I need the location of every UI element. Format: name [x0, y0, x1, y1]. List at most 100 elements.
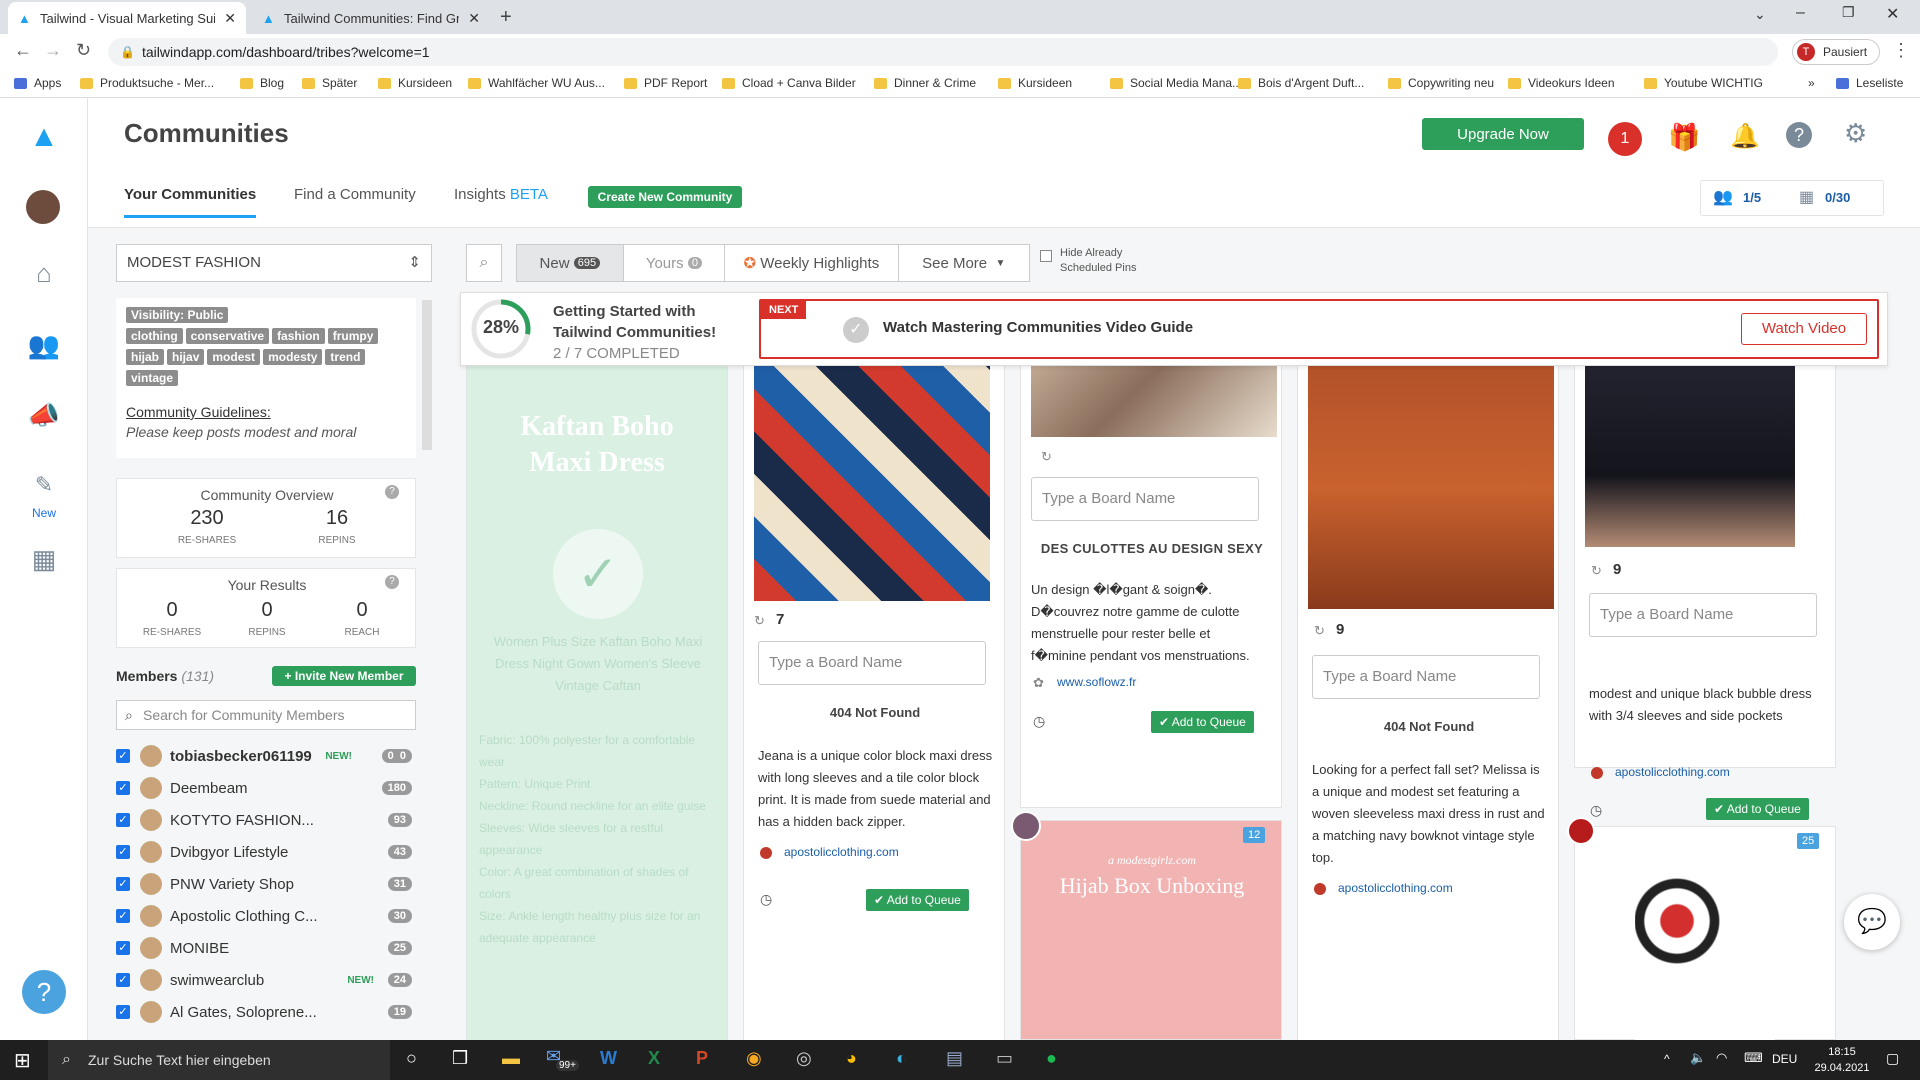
gear-icon[interactable]: ⚙: [1844, 118, 1867, 149]
member-checkbox[interactable]: ✓: [116, 1005, 130, 1019]
check-icon[interactable]: ✓: [553, 529, 643, 619]
back-icon[interactable]: ←: [14, 40, 32, 61]
wifi-icon[interactable]: ◠: [1716, 1050, 1727, 1066]
excel-icon[interactable]: X: [648, 1048, 660, 1069]
tab-your-communities[interactable]: Your Communities: [124, 186, 257, 218]
clock-icon[interactable]: ◷: [760, 891, 772, 908]
app-icon[interactable]: ▤: [946, 1048, 963, 1069]
bookmark-item[interactable]: Apps: [14, 76, 61, 90]
firefox-icon[interactable]: ◉: [746, 1048, 762, 1069]
clock[interactable]: 18:15 29.04.2021: [1812, 1044, 1872, 1076]
bookmark-item[interactable]: Produktsuche - Mer...: [80, 76, 214, 90]
browser-tab[interactable]: ▲ Tailwind Communities: Find Grea ✕: [252, 2, 490, 34]
pin-image[interactable]: [1635, 867, 1775, 1047]
guidelines-link[interactable]: Community Guidelines:: [126, 404, 406, 420]
forward-icon[interactable]: →: [44, 40, 62, 61]
chrome-icon[interactable]: ◕: [846, 1048, 857, 1069]
chat-icon[interactable]: 💬: [1844, 894, 1900, 950]
home-icon[interactable]: ⌂: [24, 258, 64, 289]
tray-chevron-icon[interactable]: ^: [1664, 1052, 1670, 1066]
member-checkbox[interactable]: ✓: [116, 749, 130, 763]
bookmark-item[interactable]: PDF Report: [624, 76, 707, 90]
help-icon[interactable]: ?: [22, 970, 66, 1014]
member-checkbox[interactable]: ✓: [116, 909, 130, 923]
new-tab-icon[interactable]: +: [500, 6, 512, 29]
bookmark-item[interactable]: Später: [302, 76, 357, 90]
bookmark-item[interactable]: Cload + Canva Bilder: [722, 76, 856, 90]
bookmarks-overflow-icon[interactable]: »: [1808, 76, 1815, 90]
bookmark-item[interactable]: Social Media Mana...: [1110, 76, 1242, 90]
source-link[interactable]: apostolicclothing.com: [1338, 881, 1453, 895]
member-row[interactable]: ✓ swimwearclub NEW! 24: [116, 964, 416, 996]
file-explorer-icon[interactable]: ▬: [502, 1048, 520, 1069]
board-name-input[interactable]: Type a Board Name: [1312, 655, 1540, 699]
hide-scheduled-checkbox[interactable]: [1040, 250, 1052, 262]
bookmark-item[interactable]: Kursideen: [998, 76, 1072, 90]
maximize-icon[interactable]: ❐: [1842, 4, 1855, 21]
communities-icon[interactable]: 👥: [24, 330, 64, 361]
bell-icon[interactable]: 🔔: [1730, 122, 1760, 151]
see-more-dropdown[interactable]: See More ▼: [897, 245, 1029, 281]
check-icon[interactable]: ✓: [843, 317, 869, 343]
taskbar-search-input[interactable]: ⌕ Zur Suche Text hier eingeben: [48, 1040, 390, 1080]
keyboard-icon[interactable]: ⌨: [1744, 1050, 1763, 1066]
pin-card-culottes[interactable]: ↻ Type a Board Name DES CULOTTES AU DESI…: [1020, 308, 1282, 808]
search-icon[interactable]: ⌕: [466, 244, 502, 282]
reload-icon[interactable]: ↻: [76, 40, 91, 61]
minimize-icon[interactable]: –: [1796, 4, 1805, 22]
pin-card-floral[interactable]: 25: [1567, 817, 1836, 1047]
member-row[interactable]: ✓ Apostolic Clothing C... 30: [116, 900, 416, 932]
add-to-queue-button[interactable]: ✔ Add to Queue: [1706, 798, 1809, 820]
window-close-icon[interactable]: ✕: [1886, 4, 1899, 24]
member-checkbox[interactable]: ✓: [116, 941, 130, 955]
bookmark-item[interactable]: Wahlfächer WU Aus...: [468, 76, 605, 90]
powerpoint-icon[interactable]: P: [696, 1048, 708, 1069]
bookmark-item[interactable]: Dinner & Crime: [874, 76, 976, 90]
analytics-icon[interactable]: ▦: [24, 544, 64, 575]
member-row[interactable]: ✓ Deembeam 180: [116, 772, 416, 804]
board-name-input[interactable]: Type a Board Name: [1589, 593, 1817, 637]
help-icon[interactable]: ?: [1786, 122, 1812, 148]
source-link[interactable]: apostolicclothing.com: [784, 845, 899, 859]
edge-icon[interactable]: ◐: [896, 1048, 907, 1069]
member-row[interactable]: ✓ tobiasbecker061199 NEW! 0 0: [116, 740, 416, 772]
bookmark-item[interactable]: Leseliste: [1836, 76, 1903, 90]
filter-yours[interactable]: Yours 0: [622, 245, 725, 281]
bookmark-item[interactable]: Kursideen: [378, 76, 452, 90]
pin-card-jeana[interactable]: ↻ 7 Type a Board Name 404 Not Found Jean…: [743, 308, 1005, 1048]
member-row[interactable]: ✓ KOTYTO FASHION... 93: [116, 804, 416, 836]
word-icon[interactable]: W: [600, 1048, 617, 1069]
member-checkbox[interactable]: ✓: [116, 973, 130, 987]
bookmark-item[interactable]: Youtube WICHTIG: [1644, 76, 1763, 90]
member-checkbox[interactable]: ✓: [116, 813, 130, 827]
cortana-icon[interactable]: ○: [406, 1048, 417, 1069]
notification-count-badge[interactable]: 1: [1608, 122, 1642, 156]
member-row[interactable]: ✓ Dvibgyor Lifestyle 43: [116, 836, 416, 868]
add-to-queue-button[interactable]: ✔ Add to Queue: [866, 889, 969, 911]
notepad-icon[interactable]: ▭: [996, 1048, 1013, 1069]
windows-start-icon[interactable]: ⊞: [14, 1048, 31, 1073]
info-icon[interactable]: ?: [385, 485, 399, 499]
source-link[interactable]: apostolicclothing.com: [1615, 765, 1730, 779]
avatar[interactable]: [26, 190, 60, 224]
invite-member-button[interactable]: + Invite New Member: [272, 666, 416, 686]
member-row[interactable]: ✓ Al Gates, Soloprene... 19: [116, 996, 416, 1028]
obs-icon[interactable]: ◎: [796, 1048, 812, 1069]
member-row[interactable]: ✓ PNW Variety Shop 31: [116, 868, 416, 900]
community-select[interactable]: MODEST FASHION ⇕: [116, 244, 432, 282]
tab-search-icon[interactable]: ⌄: [1754, 6, 1766, 23]
filter-new[interactable]: New 695: [517, 245, 623, 281]
create-community-button[interactable]: Create New Community: [588, 186, 742, 208]
member-search-input[interactable]: ⌕ Search for Community Members: [116, 700, 416, 730]
watch-video-button[interactable]: Watch Video: [1741, 313, 1867, 345]
clock-icon[interactable]: ◷: [1590, 802, 1602, 819]
add-to-queue-button[interactable]: ✔ Add to Queue: [1151, 711, 1254, 733]
address-bar[interactable]: 🔒 tailwindapp.com/dashboard/tribes?welco…: [108, 38, 1778, 66]
board-name-input[interactable]: Type a Board Name: [758, 641, 986, 685]
clock-icon[interactable]: ◷: [1033, 713, 1045, 730]
bookmark-item[interactable]: Copywriting neu: [1388, 76, 1494, 90]
pin-card-hijab-box[interactable]: a modestgirlz.com Hijab Box Unboxing 12: [1011, 811, 1282, 1040]
member-checkbox[interactable]: ✓: [116, 781, 130, 795]
tailwind-logo-icon[interactable]: ▲: [24, 120, 64, 154]
board-name-input[interactable]: Type a Board Name: [1031, 477, 1259, 521]
